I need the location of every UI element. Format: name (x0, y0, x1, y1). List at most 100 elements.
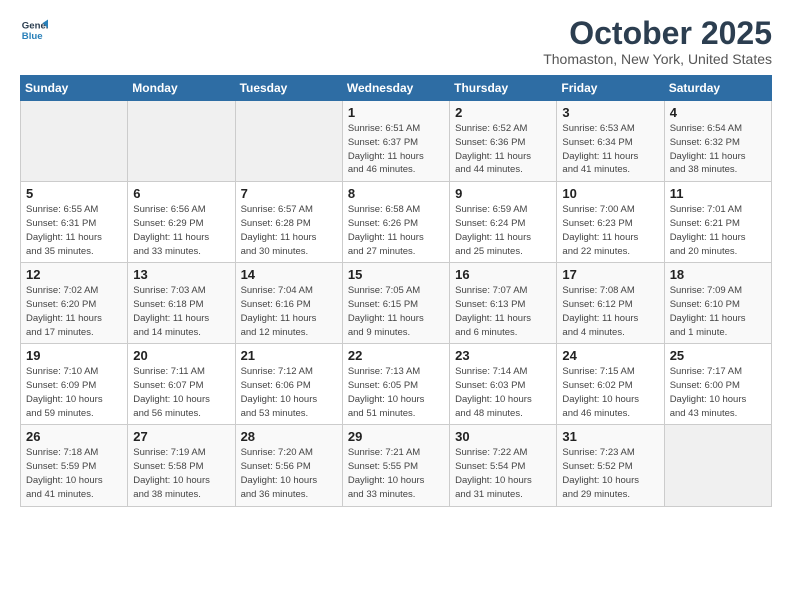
week-row-1: 1 Sunrise: 6:51 AM Sunset: 6:37 PM Daylig… (21, 101, 772, 182)
day-cell: 2Sunrise: 6:52 AM Sunset: 6:36 PM Daylig… (450, 101, 557, 182)
day-info: Sunrise: 7:14 AM Sunset: 6:03 PM Dayligh… (455, 365, 551, 420)
day-cell: 18 Sunrise: 7:09 AM Sunset: 6:10 PM Dayli… (664, 263, 771, 344)
day-info: Sunrise: 6:51 AM Sunset: 6:37 PM Dayligh… (348, 122, 444, 177)
day-number: 18 (670, 267, 766, 282)
day-cell: 10 Sunrise: 7:00 AM Sunset: 6:23 PM Dayli… (557, 182, 664, 263)
col-tuesday: Tuesday (235, 76, 342, 101)
day-cell: 30 Sunrise: 7:22 AM Sunset: 5:54 PM Dayli… (450, 425, 557, 506)
day-cell: 25Sunrise: 7:17 AM Sunset: 6:00 PM Dayli… (664, 344, 771, 425)
day-number: 1 (348, 105, 444, 120)
day-info: Sunrise: 6:53 AM Sunset: 6:34 PM Dayligh… (562, 122, 658, 177)
day-info: Sunrise: 6:55 AM Sunset: 6:31 PM Dayligh… (26, 203, 122, 258)
day-cell: 7 Sunrise: 6:57 AM Sunset: 6:28 PM Daylig… (235, 182, 342, 263)
day-number: 16 (455, 267, 551, 282)
day-number: 13 (133, 267, 229, 282)
day-info: Sunrise: 6:54 AM Sunset: 6:32 PM Dayligh… (670, 122, 766, 177)
day-info: Sunrise: 7:21 AM Sunset: 5:55 PM Dayligh… (348, 446, 444, 501)
page-container: General Blue October 2025 Thomaston, New… (0, 0, 792, 517)
calendar-table: Sunday Monday Tuesday Wednesday Thursday… (20, 75, 772, 506)
day-number: 8 (348, 186, 444, 201)
day-cell (21, 101, 128, 182)
col-monday: Monday (128, 76, 235, 101)
day-cell: 17 Sunrise: 7:08 AM Sunset: 6:12 PM Dayli… (557, 263, 664, 344)
day-number: 22 (348, 348, 444, 363)
day-info: Sunrise: 6:58 AM Sunset: 6:26 PM Dayligh… (348, 203, 444, 258)
day-cell: 12 Sunrise: 7:02 AM Sunset: 6:20 PM Dayli… (21, 263, 128, 344)
day-cell: 1 Sunrise: 6:51 AM Sunset: 6:37 PM Daylig… (342, 101, 449, 182)
day-info: Sunrise: 7:23 AM Sunset: 5:52 PM Dayligh… (562, 446, 658, 501)
day-number: 10 (562, 186, 658, 201)
day-info: Sunrise: 7:15 AM Sunset: 6:02 PM Dayligh… (562, 365, 658, 420)
day-number: 3 (562, 105, 658, 120)
day-cell: 16 Sunrise: 7:07 AM Sunset: 6:13 PM Dayli… (450, 263, 557, 344)
day-info: Sunrise: 7:20 AM Sunset: 5:56 PM Dayligh… (241, 446, 337, 501)
day-number: 24 (562, 348, 658, 363)
day-info: Sunrise: 7:18 AM Sunset: 5:59 PM Dayligh… (26, 446, 122, 501)
day-info: Sunrise: 7:22 AM Sunset: 5:54 PM Dayligh… (455, 446, 551, 501)
day-info: Sunrise: 7:08 AM Sunset: 6:12 PM Dayligh… (562, 284, 658, 339)
day-info: Sunrise: 7:05 AM Sunset: 6:15 PM Dayligh… (348, 284, 444, 339)
header-row-days: Sunday Monday Tuesday Wednesday Thursday… (21, 76, 772, 101)
week-row-5: 26 Sunrise: 7:18 AM Sunset: 5:59 PM Dayli… (21, 425, 772, 506)
day-info: Sunrise: 7:07 AM Sunset: 6:13 PM Dayligh… (455, 284, 551, 339)
day-cell: 24 Sunrise: 7:15 AM Sunset: 6:02 PM Dayli… (557, 344, 664, 425)
day-info: Sunrise: 7:12 AM Sunset: 6:06 PM Dayligh… (241, 365, 337, 420)
day-cell: 13 Sunrise: 7:03 AM Sunset: 6:18 PM Dayli… (128, 263, 235, 344)
day-cell: 4Sunrise: 6:54 AM Sunset: 6:32 PM Daylig… (664, 101, 771, 182)
day-number: 9 (455, 186, 551, 201)
day-info: Sunrise: 7:03 AM Sunset: 6:18 PM Dayligh… (133, 284, 229, 339)
day-info: Sunrise: 7:04 AM Sunset: 6:16 PM Dayligh… (241, 284, 337, 339)
day-number: 5 (26, 186, 122, 201)
day-number: 30 (455, 429, 551, 444)
day-cell: 22Sunrise: 7:13 AM Sunset: 6:05 PM Dayli… (342, 344, 449, 425)
svg-text:General: General (22, 20, 48, 31)
day-cell (664, 425, 771, 506)
day-cell: 9 Sunrise: 6:59 AM Sunset: 6:24 PM Daylig… (450, 182, 557, 263)
day-info: Sunrise: 6:57 AM Sunset: 6:28 PM Dayligh… (241, 203, 337, 258)
day-info: Sunrise: 7:09 AM Sunset: 6:10 PM Dayligh… (670, 284, 766, 339)
day-cell: 20Sunrise: 7:11 AM Sunset: 6:07 PM Dayli… (128, 344, 235, 425)
day-number: 26 (26, 429, 122, 444)
day-number: 19 (26, 348, 122, 363)
day-cell: 26 Sunrise: 7:18 AM Sunset: 5:59 PM Dayli… (21, 425, 128, 506)
day-cell: 14Sunrise: 7:04 AM Sunset: 6:16 PM Dayli… (235, 263, 342, 344)
day-cell (128, 101, 235, 182)
month-title: October 2025 (543, 16, 772, 51)
day-number: 7 (241, 186, 337, 201)
day-cell: 27Sunrise: 7:19 AM Sunset: 5:58 PM Dayli… (128, 425, 235, 506)
col-thursday: Thursday (450, 76, 557, 101)
day-info: Sunrise: 6:56 AM Sunset: 6:29 PM Dayligh… (133, 203, 229, 258)
location: Thomaston, New York, United States (543, 51, 772, 67)
day-cell: 19 Sunrise: 7:10 AM Sunset: 6:09 PM Dayli… (21, 344, 128, 425)
day-info: Sunrise: 7:17 AM Sunset: 6:00 PM Dayligh… (670, 365, 766, 420)
title-block: October 2025 Thomaston, New York, United… (543, 16, 772, 67)
day-cell: 23 Sunrise: 7:14 AM Sunset: 6:03 PM Dayli… (450, 344, 557, 425)
day-cell: 29 Sunrise: 7:21 AM Sunset: 5:55 PM Dayli… (342, 425, 449, 506)
day-info: Sunrise: 6:59 AM Sunset: 6:24 PM Dayligh… (455, 203, 551, 258)
day-cell: 28Sunrise: 7:20 AM Sunset: 5:56 PM Dayli… (235, 425, 342, 506)
day-number: 23 (455, 348, 551, 363)
week-row-3: 12 Sunrise: 7:02 AM Sunset: 6:20 PM Dayli… (21, 263, 772, 344)
day-number: 6 (133, 186, 229, 201)
svg-text:Blue: Blue (22, 31, 43, 42)
day-cell: 31 Sunrise: 7:23 AM Sunset: 5:52 PM Dayli… (557, 425, 664, 506)
day-info: Sunrise: 7:02 AM Sunset: 6:20 PM Dayligh… (26, 284, 122, 339)
week-row-2: 5 Sunrise: 6:55 AM Sunset: 6:31 PM Daylig… (21, 182, 772, 263)
logo: General Blue (20, 16, 48, 44)
col-friday: Friday (557, 76, 664, 101)
day-number: 31 (562, 429, 658, 444)
day-number: 11 (670, 186, 766, 201)
day-info: Sunrise: 7:10 AM Sunset: 6:09 PM Dayligh… (26, 365, 122, 420)
day-cell: 6 Sunrise: 6:56 AM Sunset: 6:29 PM Daylig… (128, 182, 235, 263)
day-number: 17 (562, 267, 658, 282)
day-info: Sunrise: 7:01 AM Sunset: 6:21 PM Dayligh… (670, 203, 766, 258)
day-number: 12 (26, 267, 122, 282)
day-cell: 8 Sunrise: 6:58 AM Sunset: 6:26 PM Daylig… (342, 182, 449, 263)
day-number: 29 (348, 429, 444, 444)
day-cell: 15 Sunrise: 7:05 AM Sunset: 6:15 PM Dayli… (342, 263, 449, 344)
day-number: 15 (348, 267, 444, 282)
col-sunday: Sunday (21, 76, 128, 101)
day-info: Sunrise: 7:00 AM Sunset: 6:23 PM Dayligh… (562, 203, 658, 258)
day-info: Sunrise: 7:19 AM Sunset: 5:58 PM Dayligh… (133, 446, 229, 501)
day-cell (235, 101, 342, 182)
